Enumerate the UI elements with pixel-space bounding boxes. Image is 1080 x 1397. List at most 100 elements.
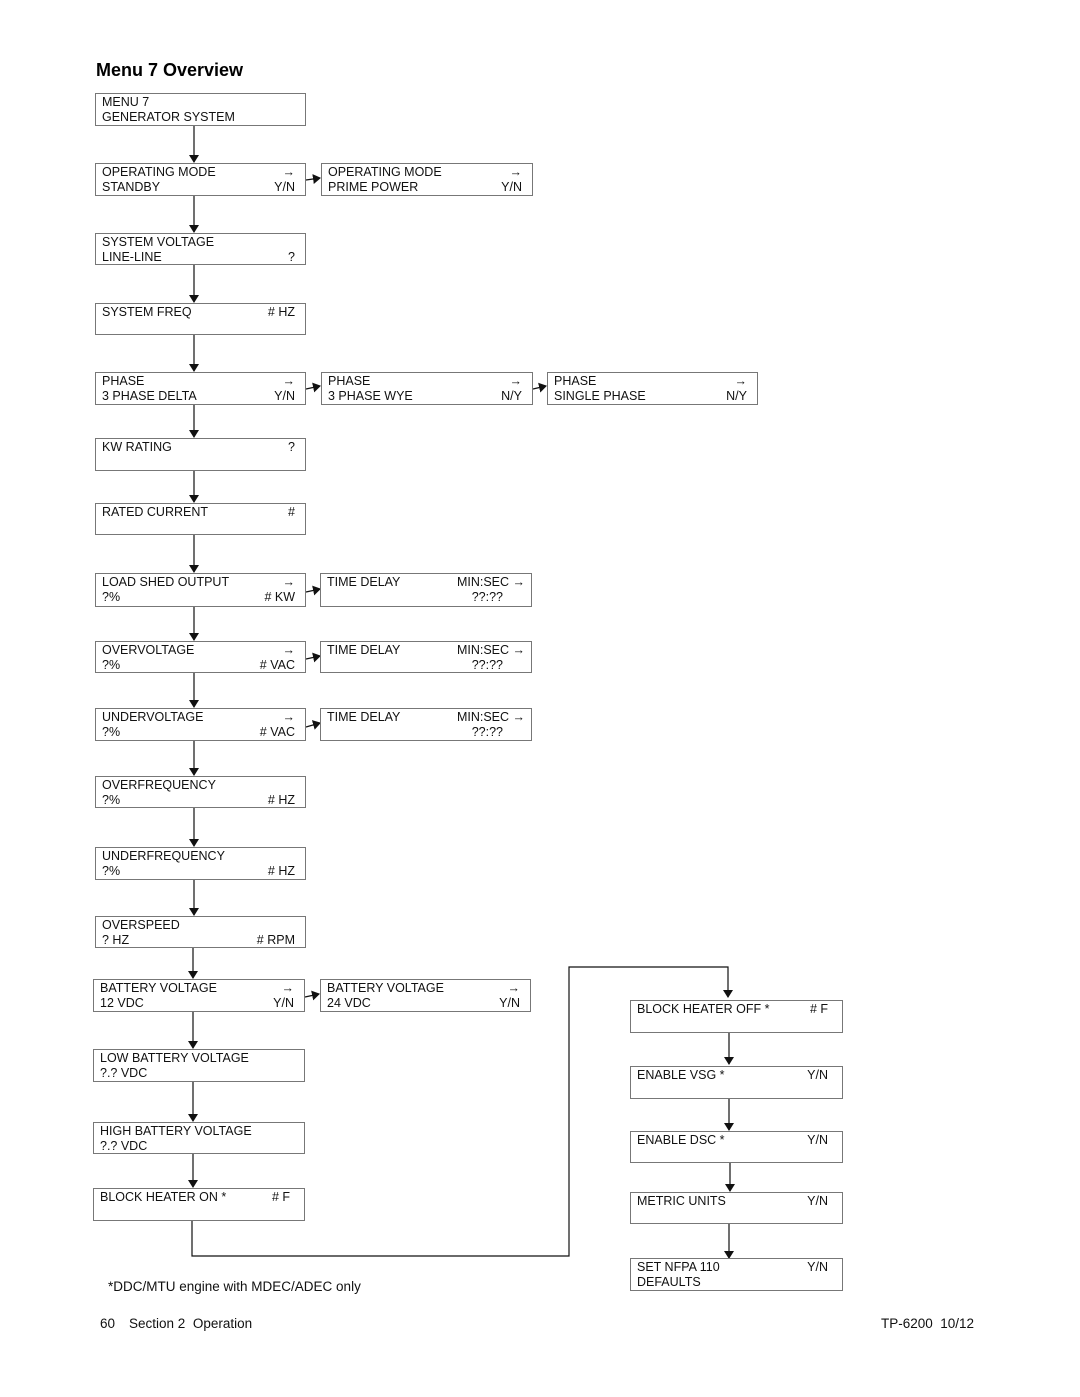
box-label: 3 PHASE DELTA <box>102 389 197 403</box>
box-label: SINGLE PHASE <box>554 389 646 403</box>
arrow-right <box>305 174 321 184</box>
menu-box-phase-delta: PHASE → 3 PHASE DELTA Y/N <box>95 372 306 405</box>
menu-box-underfrequency: UNDERFREQUENCY ?% # HZ <box>95 847 306 880</box>
right-arrow-icon: → <box>282 165 296 179</box>
box-label: SYSTEM FREQ <box>102 305 192 319</box>
box-value: # <box>288 505 295 519</box>
right-arrow-icon: → <box>281 981 295 995</box>
menu-box-phase-wye: PHASE → 3 PHASE WYE N/Y <box>321 372 533 405</box>
menu-box-overspeed: OVERSPEED ? HZ # RPM <box>95 916 306 948</box>
box-label: SET NFPA 110 <box>637 1260 720 1274</box>
box-label: ?.? VDC <box>100 1066 148 1080</box>
box-value: # HZ <box>267 793 295 807</box>
box-value: Y/N <box>807 1260 828 1274</box>
footer-left: 60 Section 2 Operation <box>100 1316 252 1331</box>
menu-box-battery-24vdc: BATTERY VOLTAGE → 24 VDC Y/N <box>320 979 531 1012</box>
box-value: # RPM <box>256 933 295 947</box>
box-label: 24 VDC <box>327 996 371 1010</box>
box-value: Y/N <box>807 1068 828 1082</box>
arrow-right <box>305 382 321 393</box>
box-value: Y/N <box>273 996 294 1010</box>
box-value: # VAC <box>259 725 295 739</box>
menu-box-overvoltage: OVERVOLTAGE → ?% # VAC <box>95 641 306 673</box>
box-label: DEFAULTS <box>637 1275 701 1289</box>
box-label: ?% <box>102 864 121 878</box>
right-arrow-icon: → <box>282 374 296 388</box>
menu-box-operating-mode-standby: OPERATING MODE → STANDBY Y/N <box>95 163 306 196</box>
menu-box-phase-single: PHASE → SINGLE PHASE N/Y <box>547 372 758 405</box>
box-label: ?% <box>102 590 121 604</box>
right-arrow-icon: → <box>282 643 296 657</box>
arrow-right <box>304 990 320 1001</box>
box-label: UNDERFREQUENCY <box>102 849 225 863</box>
right-arrow-icon: → <box>507 981 521 995</box>
section-label: Section 2 Operation <box>129 1316 253 1331</box>
box-value: MIN:SEC → <box>456 710 525 724</box>
box-label: MENU 7 <box>102 95 150 109</box>
box-value: # VAC <box>259 658 295 672</box>
box-label: OPERATING MODE <box>102 165 216 179</box>
menu-box-menu7: MENU 7 GENERATOR SYSTEM <box>95 93 306 126</box>
box-value: ??:?? <box>471 590 503 604</box>
box-label: 3 PHASE WYE <box>328 389 413 403</box>
box-label: BLOCK HEATER OFF * <box>637 1002 770 1016</box>
box-label: UNDERVOLTAGE <box>102 710 204 724</box>
box-label: LOAD SHED OUTPUT <box>102 575 230 589</box>
box-value: ? <box>288 440 295 454</box>
box-value: MIN:SEC → <box>456 575 525 589</box>
box-label: OVERVOLTAGE <box>102 643 195 657</box>
arrow-right <box>305 585 321 596</box>
right-arrow-icon: → <box>509 374 523 388</box>
menu-box-enable-dsc: ENABLE DSC * Y/N <box>630 1131 843 1163</box>
menu-box-load-shed-output: LOAD SHED OUTPUT → ?% # KW <box>95 573 306 607</box>
box-value: # HZ <box>267 305 295 319</box>
box-value: # F <box>271 1190 290 1204</box>
box-label: GENERATOR SYSTEM <box>102 110 235 124</box>
box-label: TIME DELAY <box>327 643 401 657</box>
box-value: Y/N <box>274 389 295 403</box>
right-arrow-icon: → <box>282 575 296 589</box>
box-label: KW RATING <box>102 440 172 454</box>
box-value: # KW <box>264 590 295 604</box>
arrow-right <box>305 720 321 730</box>
box-label: LOW BATTERY VOLTAGE <box>100 1051 249 1065</box>
box-label: LINE-LINE <box>102 250 162 264</box>
menu-box-undervoltage-time-delay: TIME DELAY MIN:SEC → ??:?? <box>320 708 532 741</box>
menu-box-overvoltage-time-delay: TIME DELAY MIN:SEC → ??:?? <box>320 641 532 673</box>
box-value: MIN:SEC → <box>456 643 525 657</box>
menu-box-battery-12vdc: BATTERY VOLTAGE → 12 VDC Y/N <box>93 979 305 1012</box>
menu-box-metric-units: METRIC UNITS Y/N <box>630 1192 843 1224</box>
doc-id: TP-6200 10/12 <box>881 1316 975 1331</box>
box-value: N/Y <box>726 389 747 403</box>
box-label: BATTERY VOLTAGE <box>100 981 217 995</box>
right-arrow-icon: → <box>734 374 748 388</box>
right-arrow-icon: → <box>509 165 523 179</box>
box-label: OVERSPEED <box>102 918 180 932</box>
box-value: Y/N <box>807 1194 828 1208</box>
box-label: SYSTEM VOLTAGE <box>102 235 215 249</box>
box-label: ?.? VDC <box>100 1139 148 1153</box>
box-value: Y/N <box>499 996 520 1010</box>
box-label: METRIC UNITS <box>637 1194 726 1208</box>
menu-box-system-voltage: SYSTEM VOLTAGE LINE-LINE? <box>95 233 306 265</box>
menu-box-undervoltage: UNDERVOLTAGE → ?% # VAC <box>95 708 306 741</box>
box-label: ?% <box>102 793 121 807</box>
box-value: N/Y <box>501 389 522 403</box>
box-value: ??:?? <box>471 658 503 672</box>
arrow-right <box>532 382 547 393</box>
box-label: ENABLE VSG * <box>637 1068 725 1082</box>
box-value: # F <box>809 1002 828 1016</box>
menu-box-nfpa-defaults: SET NFPA 110 Y/N DEFAULTS <box>630 1258 843 1291</box>
box-label: PHASE <box>554 374 597 388</box>
box-label: OVERFREQUENCY <box>102 778 216 792</box>
box-label: PRIME POWER <box>328 180 419 194</box>
box-label: BATTERY VOLTAGE <box>327 981 444 995</box>
page-number: 60 <box>100 1316 116 1331</box>
box-label: ?% <box>102 658 121 672</box>
box-value: ??:?? <box>471 725 503 739</box>
menu-box-rated-current: RATED CURRENT # <box>95 503 306 535</box>
box-label: ? HZ <box>102 933 130 947</box>
box-label: BLOCK HEATER ON * <box>100 1190 227 1204</box>
box-value: # HZ <box>267 864 295 878</box>
right-arrow-icon: → <box>282 710 296 724</box>
